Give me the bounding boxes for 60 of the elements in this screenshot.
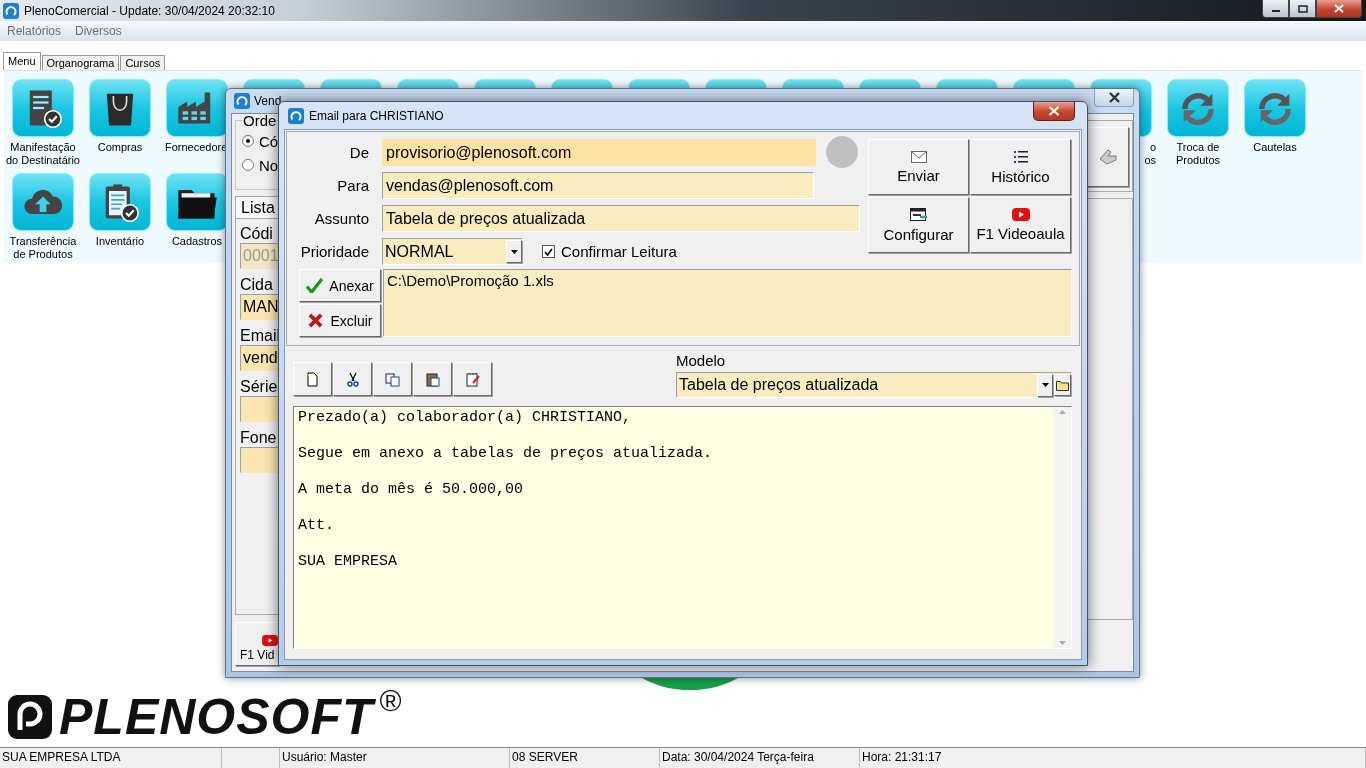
input-field[interactable]: vendas@plenosoft.com bbox=[382, 172, 814, 199]
body-line: Prezado(a) colaborador(a) CHRISTIANO, bbox=[298, 409, 633, 427]
launcher-label: Troca de Produtos bbox=[1176, 141, 1220, 167]
attach-button[interactable]: Anexar bbox=[299, 269, 381, 302]
menu-item[interactable]: Relatórios bbox=[7, 24, 62, 38]
field-label: Para bbox=[336, 177, 369, 194]
tab[interactable]: Cursos bbox=[120, 55, 166, 70]
attachment-list[interactable]: C:\Demo\Promoção 1.xls bbox=[383, 269, 1072, 337]
logo-text: PLENOSOFT bbox=[59, 692, 374, 742]
field-label: Assunto bbox=[313, 210, 369, 227]
field-label: De bbox=[348, 144, 369, 161]
field-label: Códi bbox=[240, 225, 274, 243]
status-cell: SUA EMPRESA LTDA bbox=[0, 748, 222, 768]
field-label: Modelo bbox=[676, 352, 727, 369]
body-line: Att. bbox=[298, 517, 335, 535]
input-field[interactable]: MAN bbox=[240, 294, 279, 320]
checkbox-label: Confirmar Leitura bbox=[561, 243, 677, 260]
launcher-label: Transferência de Produtos bbox=[9, 235, 77, 261]
body-line: A meta do mês é 50.000,00 bbox=[298, 481, 525, 499]
dropdown[interactable]: NORMAL bbox=[382, 238, 523, 265]
window-title: PlenoComercial - Update: 30/04/2024 20:32:10 bbox=[24, 3, 275, 18]
launcher-label: Inventário bbox=[95, 235, 145, 248]
action-button[interactable]: F1 Videoaula bbox=[970, 197, 1071, 253]
tab[interactable]: Organograma bbox=[41, 55, 120, 70]
launcher-label: Compras bbox=[97, 141, 143, 154]
launcher-label: o os bbox=[1144, 141, 1156, 167]
action-button[interactable]: Enviar bbox=[868, 139, 969, 195]
group-label: Orde bbox=[242, 114, 278, 129]
field-label: Prioridade bbox=[299, 243, 369, 260]
launcher-label: Fornecedore bbox=[165, 141, 228, 154]
radio-label: Có bbox=[259, 132, 279, 150]
status-cell: Data: 30/04/2024 Terça-feira bbox=[660, 748, 860, 768]
launcher-label: Cadastros bbox=[171, 235, 223, 248]
message-editor[interactable]: Prezado(a) colaborador(a) CHRISTIANO, Segue em anexo a tabelas de preços atualizada. A meta do mês é 50.000,00 Att. SUA EMPRESA bbox=[293, 406, 1072, 649]
action-button[interactable]: Configurar bbox=[868, 197, 969, 253]
body-line: Segue em anexo a tabelas de preços atualizada. bbox=[298, 445, 714, 463]
action-button[interactable]: Histórico bbox=[970, 139, 1071, 195]
window-title: Email para CHRISTIANO bbox=[309, 108, 444, 123]
input-field[interactable]: provisorio@plenosoft.com bbox=[382, 139, 816, 166]
input-field[interactable]: vend bbox=[240, 345, 279, 371]
body-line: SUA EMPRESA bbox=[298, 553, 399, 571]
status-cell: Usuário: Master bbox=[280, 748, 510, 768]
video-button[interactable]: F1 Vid bbox=[235, 622, 279, 666]
menu-item[interactable]: Diversos bbox=[75, 24, 122, 38]
registered-mark: ® bbox=[379, 686, 402, 716]
field-label: Fone bbox=[240, 429, 278, 447]
input-field[interactable]: Tabela de preços atualizada bbox=[382, 205, 860, 232]
field-label: Cida bbox=[240, 276, 274, 294]
field-label: Série bbox=[240, 378, 279, 396]
radio-label: No bbox=[259, 156, 279, 174]
launcher-label: Manifestação do Destinatário bbox=[6, 141, 80, 167]
dropdown[interactable]: Tabela de preços atualizada bbox=[679, 373, 1053, 397]
attach-button[interactable]: Excluir bbox=[299, 304, 381, 337]
window-title: Vend bbox=[254, 94, 282, 108]
tab[interactable]: Lista bbox=[235, 196, 279, 218]
attachment-item[interactable]: C:\Demo\Promoção 1.xls bbox=[387, 272, 1068, 289]
tab[interactable]: Menu bbox=[3, 52, 41, 70]
status-cell: Hora: 21:31:17 bbox=[860, 748, 1366, 768]
launcher-label: Cautelas bbox=[1253, 141, 1297, 154]
status-cell: 08 SERVER bbox=[510, 748, 660, 768]
